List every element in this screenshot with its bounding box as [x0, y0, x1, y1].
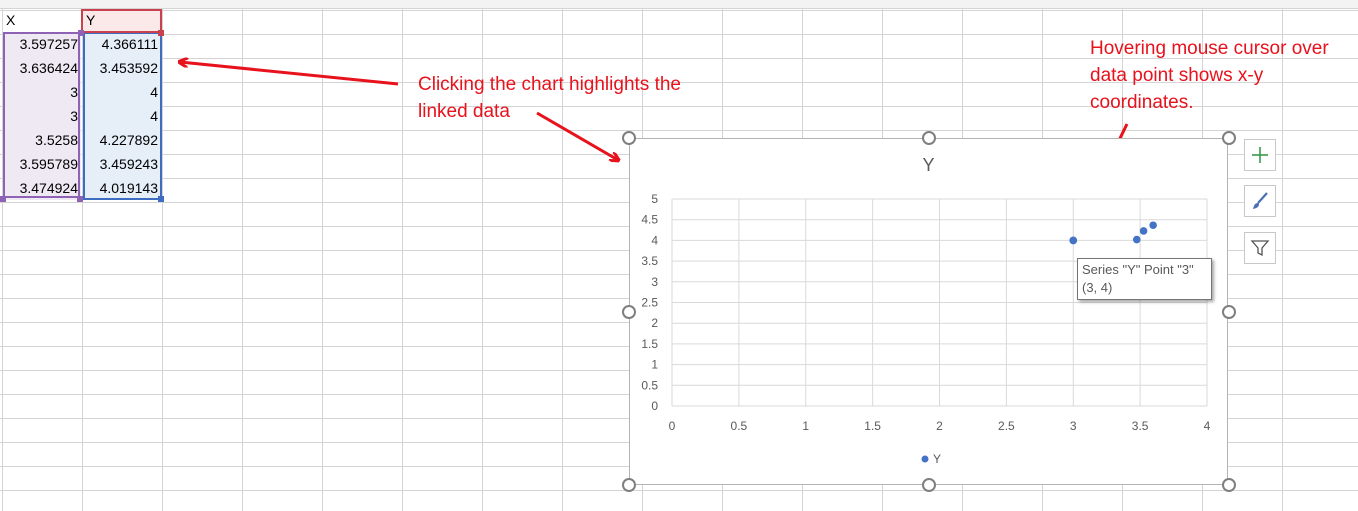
y-tick-label: 5 [651, 192, 658, 206]
scatter-chart[interactable]: Y 0 0.5 1 1.5 2 2.5 3 3.5 4 4.5 5 0 0.5 1 1.5 2 2.5 3 3.5 4… [629, 138, 1228, 485]
x-tick-label: 4 [1204, 419, 1211, 433]
chart-styles-button[interactable] [1244, 185, 1276, 217]
y-tick-label: 4.5 [641, 213, 658, 227]
chart-resize-handle[interactable] [922, 478, 936, 492]
x-tick-label: 1.5 [864, 419, 881, 433]
chart-elements-button[interactable] [1244, 139, 1276, 171]
arrow-to-chart [536, 111, 618, 160]
chart-resize-handle[interactable] [622, 478, 636, 492]
y-tick-label: 0 [651, 399, 658, 413]
chart-resize-handle[interactable] [1222, 478, 1236, 492]
tooltip-coords-line: (3, 4) [1082, 280, 1113, 295]
data-point[interactable] [1149, 221, 1157, 230]
paintbrush-icon [1253, 192, 1268, 209]
y-tick-label: 2.5 [641, 296, 658, 310]
legend-marker [921, 455, 929, 463]
x-tick-label: 1 [802, 419, 809, 433]
x-tick-label: 0 [669, 419, 676, 433]
chart-filters-button[interactable] [1244, 232, 1276, 264]
y-tick-label: 3 [651, 275, 658, 289]
data-point[interactable] [1132, 235, 1141, 244]
plus-icon [1252, 147, 1268, 163]
x-tick-label: 0.5 [731, 419, 748, 433]
plot-area[interactable]: 0 0.5 1 1.5 2 2.5 3 3.5 4 4.5 5 0 0.5 1 1.5 2 2.5 3 3.5 4 Y [630, 139, 1229, 486]
x-tick-label: 2.5 [998, 419, 1015, 433]
data-point-tooltip: Series "Y" Point "3" (3, 4) [1077, 258, 1212, 300]
y-tick-label: 0.5 [641, 378, 658, 392]
chart-resize-handle[interactable] [622, 305, 636, 319]
arrow-to-data [180, 62, 399, 86]
x-tick-label: 3.5 [1132, 419, 1149, 433]
x-tick-label: 2 [936, 419, 943, 433]
data-point[interactable] [1139, 227, 1148, 235]
chart-resize-handle[interactable] [1222, 131, 1236, 145]
y-tick-label: 2 [651, 316, 658, 330]
y-tick-label: 4 [651, 233, 658, 247]
chart-resize-handle[interactable] [922, 131, 936, 145]
data-point[interactable] [1069, 236, 1078, 245]
y-tick-label: 1.5 [641, 337, 658, 351]
chart-resize-handle[interactable] [622, 131, 636, 145]
funnel-icon [1250, 240, 1270, 257]
legend-label: Y [933, 452, 941, 466]
y-tick-label: 1 [651, 358, 658, 372]
chart-resize-handle[interactable] [1222, 305, 1236, 319]
y-tick-label: 3.5 [641, 254, 658, 268]
tooltip-series-line: Series "Y" Point "3" [1082, 262, 1194, 277]
x-tick-label: 3 [1070, 419, 1077, 433]
